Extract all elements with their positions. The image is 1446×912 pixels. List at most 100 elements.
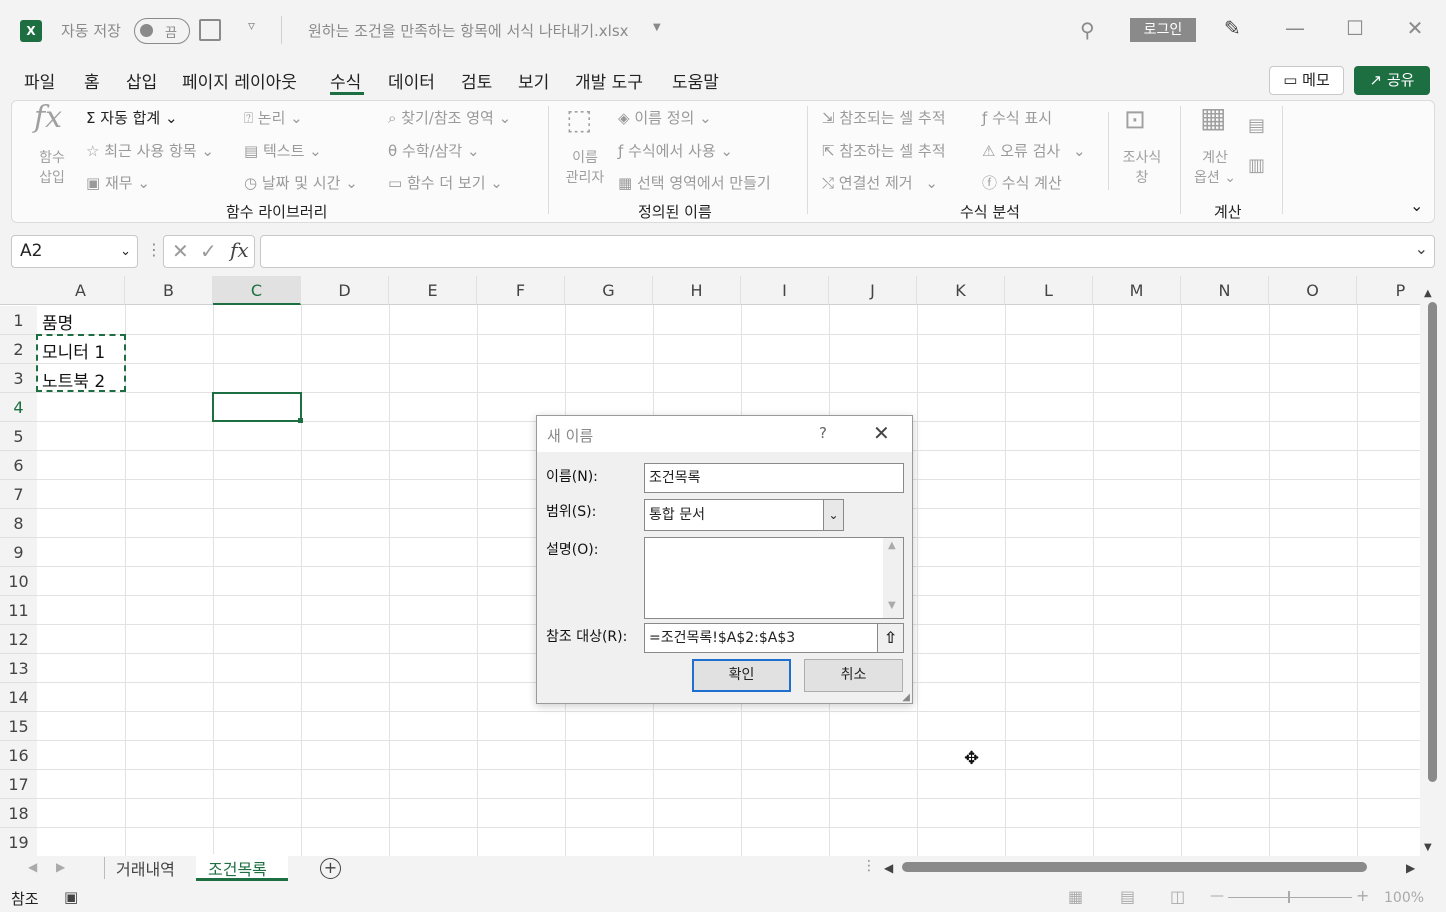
row-header[interactable]: 3	[0, 364, 37, 393]
scope-select[interactable]: 통합 문서 ⌄	[644, 499, 844, 531]
row-header[interactable]: 4	[0, 393, 37, 422]
row-header[interactable]: 14	[0, 683, 37, 712]
page-break-view-icon[interactable]: ◫	[1170, 887, 1185, 906]
page-layout-view-icon[interactable]: ▤	[1120, 887, 1135, 906]
row-header[interactable]: 5	[0, 422, 37, 451]
scroll-left-icon[interactable]: ◀	[884, 861, 893, 875]
use-in-formula-button[interactable]: ƒ 수식에서 사용 ⌄	[618, 140, 733, 161]
resize-grip-icon[interactable]: ◢	[902, 692, 910, 703]
financial-button[interactable]: ▣ 재무 ⌄	[86, 172, 150, 193]
column-header[interactable]: I	[741, 276, 829, 305]
next-sheet-icon[interactable]: ▶	[56, 860, 65, 874]
zoom-slider-thumb[interactable]	[1288, 891, 1290, 903]
zoom-in-icon[interactable]: +	[1356, 886, 1369, 905]
tab-view[interactable]: 보기	[518, 68, 549, 93]
remove-arrows-button[interactable]: ⤭ 연결선 제거 ⌄	[822, 172, 938, 193]
tab-formulas[interactable]: 수식	[330, 68, 361, 93]
help-button[interactable]: ?	[819, 424, 827, 442]
fill-handle[interactable]	[298, 418, 303, 423]
comment-textarea[interactable]: ▲ ▼	[644, 537, 904, 619]
comment-scrollbar[interactable]: ▲ ▼	[883, 538, 903, 618]
name-manager-icon[interactable]: ⬚	[566, 106, 592, 134]
search-icon[interactable]: ⚲	[1080, 18, 1095, 42]
column-header[interactable]: F	[477, 276, 565, 305]
column-header[interactable]: A	[37, 276, 125, 305]
row-header[interactable]: 18	[0, 799, 37, 828]
tab-insert[interactable]: 삽입	[126, 68, 157, 93]
tab-review[interactable]: 검토	[461, 68, 492, 93]
row-header[interactable]: 9	[0, 538, 37, 567]
calculate-sheet-icon[interactable]: ▥	[1248, 156, 1265, 176]
column-header[interactable]: M	[1093, 276, 1181, 305]
calc-options-button[interactable]: 계산 옵션 ⌄	[1190, 148, 1240, 188]
row-header[interactable]: 11	[0, 596, 37, 625]
drag-handle-icon[interactable]: ⋮	[146, 240, 162, 259]
define-name-button[interactable]: ◈ 이름 정의 ⌄	[618, 107, 712, 128]
column-header[interactable]: L	[1005, 276, 1093, 305]
column-header[interactable]: B	[125, 276, 213, 305]
row-header[interactable]: 7	[0, 480, 37, 509]
name-manager-button[interactable]: 이름 관리자	[560, 148, 610, 188]
column-header[interactable]: E	[389, 276, 477, 305]
collapse-ribbon-icon[interactable]: ⌄	[1410, 196, 1423, 215]
share-button[interactable]: ↗ 공유	[1354, 66, 1430, 95]
scroll-up-icon[interactable]: ▲	[888, 540, 896, 551]
sheet-tab-active[interactable]: 조건목록	[208, 856, 267, 880]
trace-dependents-button[interactable]: ⇱ 참조하는 셀 추적	[822, 140, 946, 161]
zoom-level[interactable]: 100%	[1384, 890, 1424, 906]
minimize-icon[interactable]: —	[1280, 16, 1310, 40]
zoom-slider[interactable]	[1228, 897, 1352, 898]
lookup-button[interactable]: ⌕ 찾기/참조 영역 ⌄	[388, 107, 511, 128]
trace-precedents-button[interactable]: ⇲ 참조되는 셀 추적	[822, 107, 946, 128]
scroll-right-icon[interactable]: ▶	[1406, 861, 1415, 875]
filename-dropdown-icon[interactable]: ▼	[653, 22, 661, 33]
name-box[interactable]: A2 ⌄	[11, 235, 138, 268]
prev-sheet-icon[interactable]: ◀	[28, 860, 37, 874]
dialog-close-icon[interactable]: ✕	[873, 421, 890, 445]
file-name[interactable]: 원하는 조건을 만족하는 항목에 서식 나타내기.xlsx	[308, 20, 629, 41]
row-header[interactable]: 2	[0, 335, 37, 364]
normal-view-icon[interactable]: ▦	[1068, 887, 1083, 906]
check-icon[interactable]: ✓	[200, 239, 217, 263]
calculator-icon[interactable]: ▦	[1200, 104, 1226, 132]
vertical-scroll-thumb[interactable]	[1428, 302, 1437, 782]
ok-button[interactable]: 확인	[692, 659, 791, 692]
column-header[interactable]: K	[917, 276, 1005, 305]
tab-help[interactable]: 도움말	[672, 68, 719, 93]
column-header[interactable]: O	[1269, 276, 1357, 305]
tab-home[interactable]: 홈	[84, 68, 100, 93]
column-header[interactable]: C	[213, 276, 301, 305]
row-header[interactable]: 15	[0, 712, 37, 741]
sheet-tab[interactable]: 거래내역	[116, 856, 175, 880]
collapse-dialog-icon[interactable]: ⇧	[877, 624, 903, 652]
save-icon[interactable]	[199, 19, 221, 41]
row-header[interactable]: 6	[0, 451, 37, 480]
math-button[interactable]: θ 수학/삼각 ⌄	[388, 140, 480, 161]
more-functions-button[interactable]: ▭ 함수 더 보기 ⌄	[388, 172, 503, 193]
tab-file[interactable]: 파일	[24, 68, 55, 93]
column-header[interactable]: D	[301, 276, 389, 305]
column-header[interactable]: G	[565, 276, 653, 305]
column-header[interactable]: J	[829, 276, 917, 305]
column-header[interactable]: P	[1357, 276, 1420, 305]
select-all-corner[interactable]	[0, 276, 37, 305]
row-header[interactable]: 13	[0, 654, 37, 683]
evaluate-formula-button[interactable]: ⓕ 수식 계산	[982, 172, 1062, 193]
insert-function-fx-icon[interactable]: fx	[230, 238, 249, 262]
expand-formula-icon[interactable]: ⌄	[1415, 239, 1428, 258]
scroll-down-icon[interactable]: ▼	[888, 600, 896, 611]
recent-functions-button[interactable]: ☆ 최근 사용 항목 ⌄	[86, 140, 214, 161]
tab-developer[interactable]: 개발 도구	[575, 68, 643, 93]
row-header[interactable]: 17	[0, 770, 37, 799]
cell-a1[interactable]: 품명	[42, 309, 73, 334]
autosave-toggle[interactable]: 끔	[134, 18, 190, 44]
create-from-selection-button[interactable]: ▦ 선택 영역에서 만들기	[618, 172, 771, 193]
active-cell[interactable]	[212, 392, 302, 422]
maximize-icon[interactable]: ☐	[1340, 16, 1370, 40]
zoom-out-icon[interactable]: —	[1210, 888, 1224, 904]
logical-button[interactable]: ⍰ 논리 ⌄	[244, 107, 303, 128]
watch-window-button[interactable]: 조사식 창	[1116, 148, 1168, 188]
formula-input[interactable]: ⌄	[260, 235, 1435, 268]
row-header[interactable]: 8	[0, 509, 37, 538]
customize-toolbar-icon[interactable]: ▿	[248, 18, 255, 34]
